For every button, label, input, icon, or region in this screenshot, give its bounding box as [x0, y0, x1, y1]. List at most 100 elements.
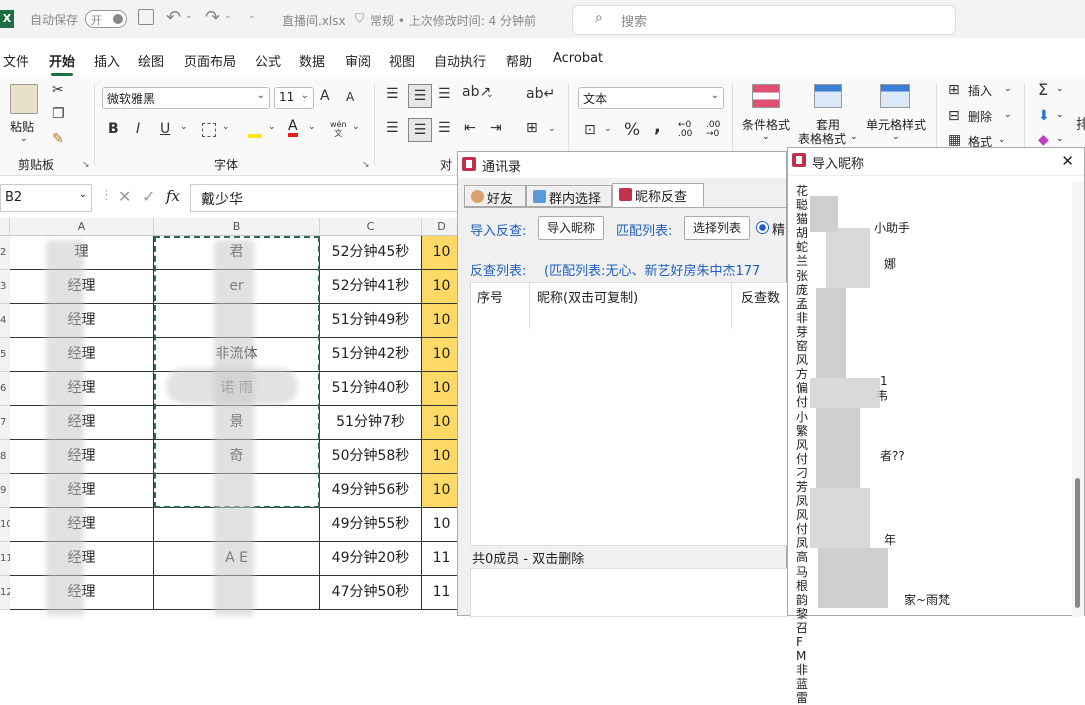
menu-formulas[interactable]: 公式 [255, 51, 281, 70]
cell-d[interactable]: 10 [422, 474, 462, 508]
menu-automate[interactable]: 自动执行 [434, 51, 486, 70]
phonetic-icon[interactable]: wén 文 [330, 120, 347, 138]
redo-icon[interactable]: ↷ [205, 7, 220, 28]
delete-cells-button[interactable]: 删除 [968, 108, 992, 125]
align-middle-icon[interactable]: ☰ [408, 84, 432, 108]
fill-color-icon[interactable] [248, 122, 262, 138]
cell-d[interactable]: 10 [422, 406, 462, 440]
paste-button[interactable]: 粘贴 [10, 118, 34, 135]
insert-function-icon[interactable]: fx [166, 187, 180, 205]
chevron-down-icon[interactable]: ⌄ [1056, 110, 1064, 120]
insert-cells-button[interactable]: 插入 [968, 82, 992, 99]
format-cells-icon[interactable]: ▦ [948, 132, 961, 148]
redo-dropdown-icon[interactable]: ⌄ [224, 11, 232, 21]
select-list-button[interactable]: 选择列表 [684, 216, 750, 240]
cell-d[interactable]: 10 [422, 372, 462, 406]
cell-style-button[interactable]: 单元格样式 [866, 116, 926, 133]
bold-button[interactable]: B [108, 121, 119, 137]
increase-indent-icon[interactable]: ⇥ [490, 120, 502, 136]
currency-dropdown-icon[interactable]: ⌄ [604, 124, 612, 134]
column-header-b[interactable]: B [154, 218, 320, 236]
member-list[interactable] [470, 568, 788, 617]
chevron-down-icon[interactable]: ⌄ [892, 132, 900, 142]
align-bottom-icon[interactable]: ☰ [438, 86, 451, 102]
cell-d[interactable]: 10 [422, 270, 462, 304]
font-color-icon[interactable]: A [288, 119, 298, 137]
decrease-decimal-icon[interactable]: .00 →0 [706, 121, 720, 139]
cell-d[interactable]: 10 [422, 304, 462, 338]
menu-acrobat[interactable]: Acrobat [553, 51, 603, 66]
chevron-down-icon[interactable]: ⌄ [1056, 84, 1064, 94]
cell-c[interactable]: 52分钟45秒 [320, 236, 422, 270]
format-painter-icon[interactable]: ✎ [52, 131, 64, 147]
row-header[interactable]: 7 [0, 406, 10, 440]
decrease-indent-icon[interactable]: ⇤ [464, 120, 476, 136]
row-header[interactable]: 2 [0, 236, 10, 270]
customize-toolbar-icon[interactable]: ⌄ [248, 11, 256, 21]
row-header[interactable]: 4 [0, 304, 10, 338]
cell-d[interactable]: 10 [422, 236, 462, 270]
align-left-icon[interactable]: ☰ [386, 120, 399, 136]
import-nickname-button[interactable]: 导入昵称 [538, 216, 604, 240]
comma-button[interactable]: , [654, 116, 661, 137]
insert-cells-icon[interactable]: ⊞ [948, 82, 960, 98]
row-header[interactable]: 11 [0, 542, 10, 576]
cell-c[interactable]: 47分钟50秒 [320, 576, 422, 610]
column-header-d[interactable]: D [422, 218, 462, 236]
menu-draw[interactable]: 绘图 [138, 51, 164, 70]
vertical-scrollbar[interactable] [1072, 182, 1084, 617]
font-size-combo[interactable]: 11 ⌄ [274, 87, 314, 109]
menu-help[interactable]: 帮助 [506, 51, 532, 70]
underline-dropdown-icon[interactable]: ⌄ [180, 122, 188, 132]
save-icon[interactable] [138, 9, 154, 25]
menu-insert[interactable]: 插入 [94, 51, 120, 70]
borders-dropdown-icon[interactable]: ⌄ [222, 122, 230, 132]
lookup-result-list[interactable]: 序号 昵称(双击可复制) 反查数 [470, 282, 788, 546]
merge-dropdown-icon[interactable]: ⌄ [548, 124, 556, 134]
paste-icon[interactable] [10, 84, 38, 114]
delete-cells-icon[interactable]: ⊟ [948, 108, 960, 124]
cut-icon[interactable]: ✂ [52, 82, 64, 98]
wrap-text-icon[interactable]: ab↵ [526, 86, 555, 102]
fill-icon[interactable]: ⬇ [1038, 108, 1050, 124]
chevron-down-icon[interactable]: ⌄ [762, 132, 770, 142]
phonetic-dropdown-icon[interactable]: ⌄ [352, 122, 360, 132]
column-header-c[interactable]: C [320, 218, 422, 236]
tab-friends[interactable]: 好友 [464, 185, 526, 207]
name-box[interactable]: B2 ⌄ [0, 184, 92, 212]
row-header[interactable]: 8 [0, 440, 10, 474]
grow-font-icon[interactable]: A [320, 88, 330, 104]
borders-icon[interactable] [202, 123, 216, 137]
number-format-combo[interactable]: 文本 ⌄ [578, 87, 724, 109]
font-color-dropdown-icon[interactable]: ⌄ [308, 122, 316, 132]
table-format-button-line2[interactable]: 表格格式 [798, 130, 846, 147]
cell-style-icon[interactable] [880, 84, 910, 108]
menu-file[interactable]: 文件 [3, 51, 29, 70]
menu-view[interactable]: 视图 [389, 51, 415, 70]
cell-d[interactable]: 10 [422, 440, 462, 474]
italic-button[interactable]: I [136, 121, 140, 137]
chevron-down-icon[interactable]: ⌄ [998, 135, 1006, 145]
row-header[interactable]: 10 [0, 508, 10, 542]
search-box[interactable]: ⌕ 搜索 [572, 5, 956, 35]
currency-icon[interactable]: ⊡ [584, 122, 596, 138]
copy-icon[interactable]: ❐ [52, 106, 65, 122]
align-top-icon[interactable]: ☰ [386, 86, 399, 102]
cell-c[interactable]: 49分钟55秒 [320, 508, 422, 542]
cell-c[interactable]: 51分钟49秒 [320, 304, 422, 338]
row-header[interactable]: 6 [0, 372, 10, 406]
row-header[interactable]: 9 [0, 474, 10, 508]
shrink-font-icon[interactable]: A [346, 90, 354, 104]
chevron-down-icon[interactable]: ⌄ [1056, 134, 1064, 144]
merge-center-icon[interactable]: ⊞ [526, 120, 538, 136]
sort-filter-icon[interactable]: 排 [1076, 114, 1085, 134]
conditional-format-icon[interactable] [752, 84, 780, 108]
dialog-launcher-icon[interactable]: ↘ [82, 160, 90, 170]
cell-c[interactable]: 50分钟58秒 [320, 440, 422, 474]
menu-page-layout[interactable]: 页面布局 [184, 51, 236, 70]
cell-c[interactable]: 49分钟56秒 [320, 474, 422, 508]
cell-d[interactable]: 10 [422, 338, 462, 372]
row-header[interactable]: 5 [0, 338, 10, 372]
chevron-down-icon[interactable]: ⌄ [1004, 84, 1012, 94]
underline-button[interactable]: U [160, 121, 170, 137]
